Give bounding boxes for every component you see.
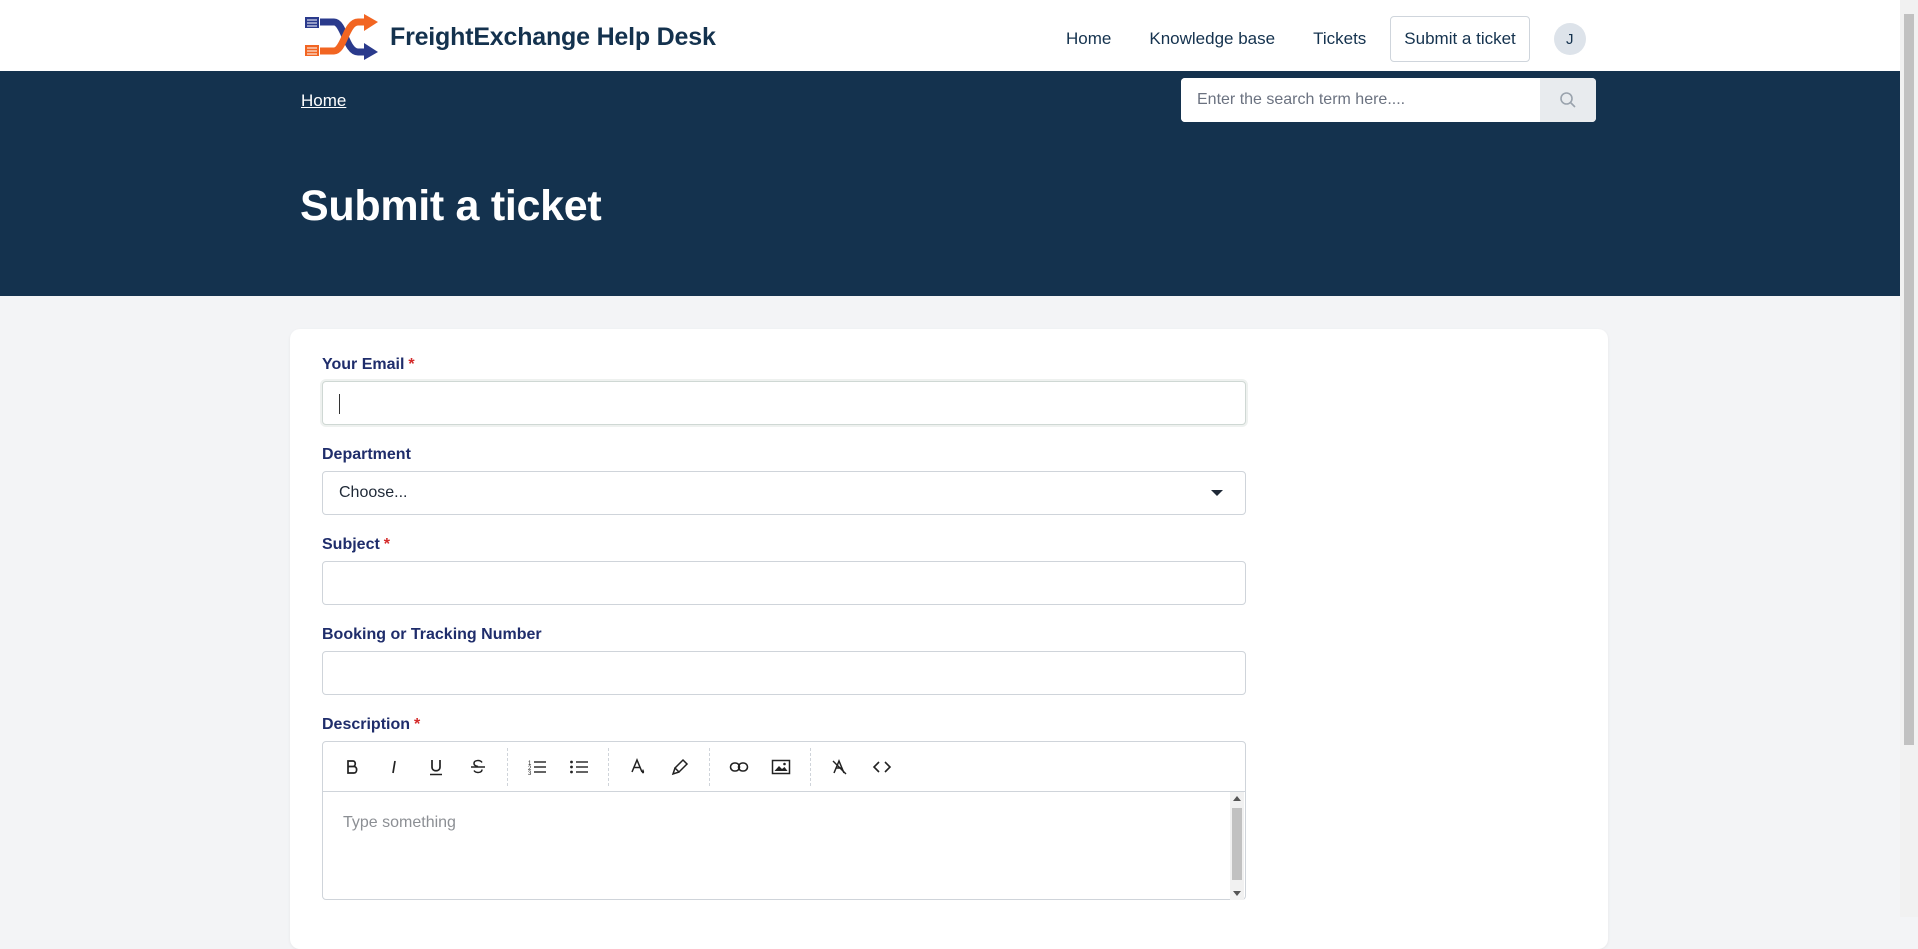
bullet-list-icon bbox=[569, 758, 589, 776]
search-input[interactable] bbox=[1181, 78, 1540, 122]
booking-label-text: Booking or Tracking Number bbox=[322, 626, 542, 643]
freightexchange-logo-icon bbox=[304, 14, 380, 60]
description-label-text: Description bbox=[322, 716, 410, 733]
italic-button[interactable] bbox=[373, 747, 415, 787]
text-color-button[interactable] bbox=[617, 747, 659, 787]
page-title: Submit a ticket bbox=[300, 182, 601, 231]
subject-label-text: Subject bbox=[322, 536, 380, 553]
clear-format-icon bbox=[831, 758, 849, 776]
bold-icon bbox=[343, 758, 361, 776]
clear-format-button[interactable] bbox=[819, 747, 861, 787]
highlight-button[interactable] bbox=[659, 747, 701, 787]
nav-home[interactable]: Home bbox=[1066, 29, 1111, 49]
strikethrough-icon bbox=[469, 758, 487, 776]
email-label: Your Email* bbox=[322, 356, 415, 374]
image-icon bbox=[771, 758, 791, 776]
editor-toolbar: 123 bbox=[323, 742, 1245, 792]
italic-icon bbox=[385, 758, 403, 776]
search-icon bbox=[1559, 91, 1577, 109]
link-icon bbox=[729, 758, 749, 776]
text-color-icon bbox=[629, 758, 647, 776]
bullet-list-button[interactable] bbox=[558, 747, 600, 787]
underline-icon bbox=[427, 758, 445, 776]
code-view-icon bbox=[872, 758, 892, 776]
nav-knowledge-base[interactable]: Knowledge base bbox=[1149, 29, 1275, 49]
scroll-down-arrow-icon[interactable] bbox=[1233, 891, 1241, 896]
page-scrollbar[interactable] bbox=[1900, 0, 1918, 917]
department-selected-value: Choose... bbox=[339, 484, 407, 502]
email-field[interactable] bbox=[322, 381, 1246, 425]
toolbar-divider bbox=[709, 748, 710, 786]
email-label-text: Your Email bbox=[322, 356, 404, 373]
scroll-up-arrow-icon[interactable] bbox=[1233, 796, 1241, 801]
text-caret bbox=[339, 394, 340, 414]
ticket-form-card: Your Email* Department Choose... Subject… bbox=[290, 329, 1608, 949]
department-label: Department bbox=[322, 446, 411, 464]
svg-text:3: 3 bbox=[528, 771, 532, 776]
top-navbar: FreightExchange Help Desk Home Knowledge… bbox=[0, 0, 1900, 71]
department-label-text: Department bbox=[322, 446, 411, 463]
search-box bbox=[1181, 78, 1596, 122]
chevron-down-icon bbox=[1211, 490, 1223, 496]
booking-label: Booking or Tracking Number bbox=[322, 626, 542, 644]
page-scrollbar-thumb[interactable] bbox=[1904, 14, 1914, 745]
nav-tickets[interactable]: Tickets bbox=[1313, 29, 1366, 49]
code-view-button[interactable] bbox=[861, 747, 903, 787]
user-avatar[interactable]: J bbox=[1554, 23, 1586, 55]
search-button[interactable] bbox=[1540, 78, 1596, 122]
bold-button[interactable] bbox=[331, 747, 373, 787]
editor-scrollbar[interactable] bbox=[1230, 792, 1244, 900]
booking-number-field[interactable] bbox=[322, 651, 1246, 695]
description-placeholder: Type something bbox=[343, 814, 456, 832]
toolbar-divider bbox=[810, 748, 811, 786]
subject-label: Subject* bbox=[322, 536, 390, 554]
image-button[interactable] bbox=[760, 747, 802, 787]
description-label: Description* bbox=[322, 716, 420, 734]
hero-banner: Home Submit a ticket bbox=[0, 71, 1900, 296]
subject-field[interactable] bbox=[322, 561, 1246, 605]
highlight-icon bbox=[671, 758, 689, 776]
toolbar-divider bbox=[608, 748, 609, 786]
toolbar-divider bbox=[507, 748, 508, 786]
strikethrough-button[interactable] bbox=[457, 747, 499, 787]
submit-ticket-button[interactable]: Submit a ticket bbox=[1390, 16, 1530, 62]
brand-name[interactable]: FreightExchange Help Desk bbox=[390, 23, 716, 52]
department-select[interactable]: Choose... bbox=[322, 471, 1246, 515]
brand[interactable]: FreightExchange Help Desk bbox=[304, 14, 716, 60]
ordered-list-icon: 123 bbox=[527, 758, 547, 776]
description-textarea[interactable]: Type something bbox=[323, 792, 1245, 900]
required-mark: * bbox=[384, 536, 390, 553]
ordered-list-button[interactable]: 123 bbox=[516, 747, 558, 787]
description-editor: 123 bbox=[322, 741, 1246, 900]
editor-scrollbar-thumb[interactable] bbox=[1232, 808, 1242, 880]
link-button[interactable] bbox=[718, 747, 760, 787]
breadcrumb-home[interactable]: Home bbox=[301, 91, 346, 111]
main-nav: Home Knowledge base Tickets Submit a tic… bbox=[1066, 16, 1586, 62]
required-mark: * bbox=[408, 356, 414, 373]
required-mark: * bbox=[414, 716, 420, 733]
underline-button[interactable] bbox=[415, 747, 457, 787]
